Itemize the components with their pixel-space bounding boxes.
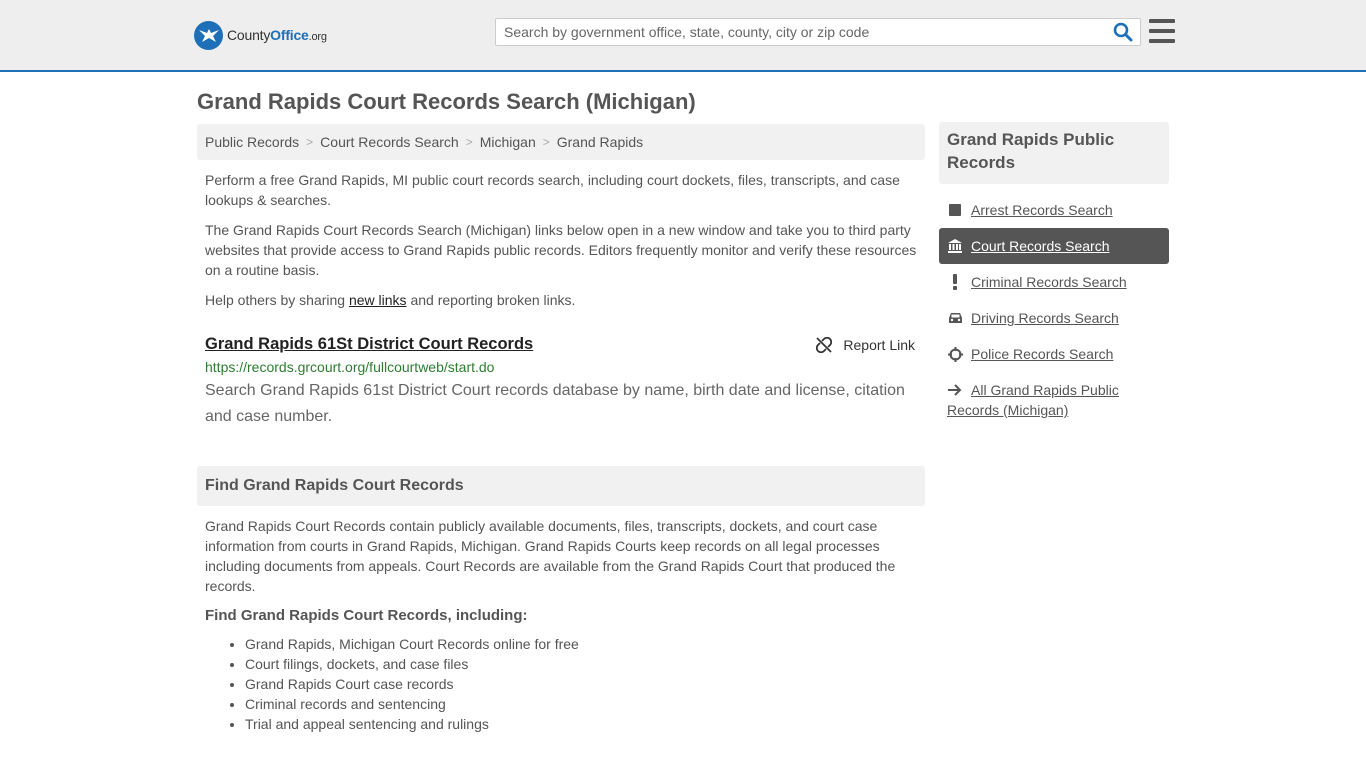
result-url: https://records.grcourt.org/fullcourtweb… — [205, 359, 495, 375]
result-item: Grand Rapids 61St District Court Records… — [197, 330, 925, 442]
breadcrumb-grand-rapids[interactable]: Grand Rapids — [557, 134, 643, 150]
sidebar-item-arrest-records[interactable]: Arrest Records Search — [939, 192, 1169, 228]
eagle-seal-icon — [194, 20, 223, 50]
intro-paragraph-3: Help others by sharing new links and rep… — [205, 292, 576, 308]
square-icon — [947, 200, 963, 220]
find-section-heading: Find Grand Rapids Court Records — [197, 466, 925, 506]
list-item: Grand Rapids Court case records — [245, 674, 925, 694]
find-section-subheading: Find Grand Rapids Court Records, includi… — [205, 607, 528, 624]
sidebar-heading: Grand Rapids Public Records — [939, 122, 1169, 184]
intro-paragraph-1: Perform a free Grand Rapids, MI public c… — [205, 172, 900, 208]
list-item: Trial and appeal sentencing and rulings — [245, 714, 925, 734]
search-input[interactable] — [496, 19, 1106, 45]
broken-link-icon — [816, 337, 833, 353]
car-icon — [947, 308, 963, 328]
find-section-paragraph: Grand Rapids Court Records contain publi… — [205, 518, 896, 594]
intro-paragraph-2: The Grand Rapids Court Records Search (M… — [205, 222, 917, 278]
report-link-button[interactable]: Report Link — [816, 337, 915, 353]
sidebar-item-police-records[interactable]: Police Records Search — [939, 336, 1169, 372]
page-title: Grand Rapids Court Records Search (Michi… — [197, 89, 696, 114]
chevron-right-icon: > — [542, 135, 550, 149]
breadcrumb-court-records-search[interactable]: Court Records Search — [320, 134, 459, 150]
sidebar: Grand Rapids Public Records Arrest Recor… — [939, 122, 1169, 428]
courthouse-icon — [947, 236, 963, 256]
chevron-right-icon: > — [465, 135, 473, 149]
breadcrumb-public-records[interactable]: Public Records — [205, 134, 299, 150]
find-records-list: Grand Rapids, Michigan Court Records onl… — [197, 634, 925, 734]
chevron-right-icon: > — [306, 135, 314, 149]
exclamation-icon — [947, 272, 963, 292]
sidebar-nav: Arrest Records Search Court Records Sear… — [939, 192, 1169, 428]
site-header: CountyOffice.org — [0, 0, 1366, 72]
search-box — [495, 18, 1141, 46]
site-logo[interactable]: CountyOffice.org — [194, 20, 327, 50]
result-description: Search Grand Rapids 61st District Court … — [205, 382, 905, 425]
list-item: Criminal records and sentencing — [245, 694, 925, 714]
breadcrumb: Public Records > Court Records Search > … — [197, 124, 925, 160]
arrow-right-icon — [947, 380, 963, 400]
search-button[interactable] — [1112, 22, 1134, 42]
result-title-link[interactable]: Grand Rapids 61St District Court Records — [205, 335, 533, 354]
report-link-label: Report Link — [843, 337, 915, 353]
sidebar-item-all-public-records[interactable]: All Grand Rapids Public Records (Michiga… — [939, 372, 1169, 428]
crosshair-icon — [947, 344, 963, 364]
breadcrumb-michigan[interactable]: Michigan — [480, 134, 536, 150]
list-item: Court filings, dockets, and case files — [245, 654, 925, 674]
new-links-link[interactable]: new links — [349, 292, 407, 308]
sidebar-item-court-records[interactable]: Court Records Search — [939, 228, 1169, 264]
sidebar-item-criminal-records[interactable]: Criminal Records Search — [939, 264, 1169, 300]
hamburger-menu-icon[interactable] — [1149, 19, 1175, 43]
logo-text: CountyOffice.org — [227, 27, 327, 43]
sidebar-item-driving-records[interactable]: Driving Records Search — [939, 300, 1169, 336]
list-item: Grand Rapids, Michigan Court Records onl… — [245, 634, 925, 654]
main-content: Public Records > Court Records Search > … — [197, 124, 925, 734]
search-icon — [1113, 22, 1133, 42]
